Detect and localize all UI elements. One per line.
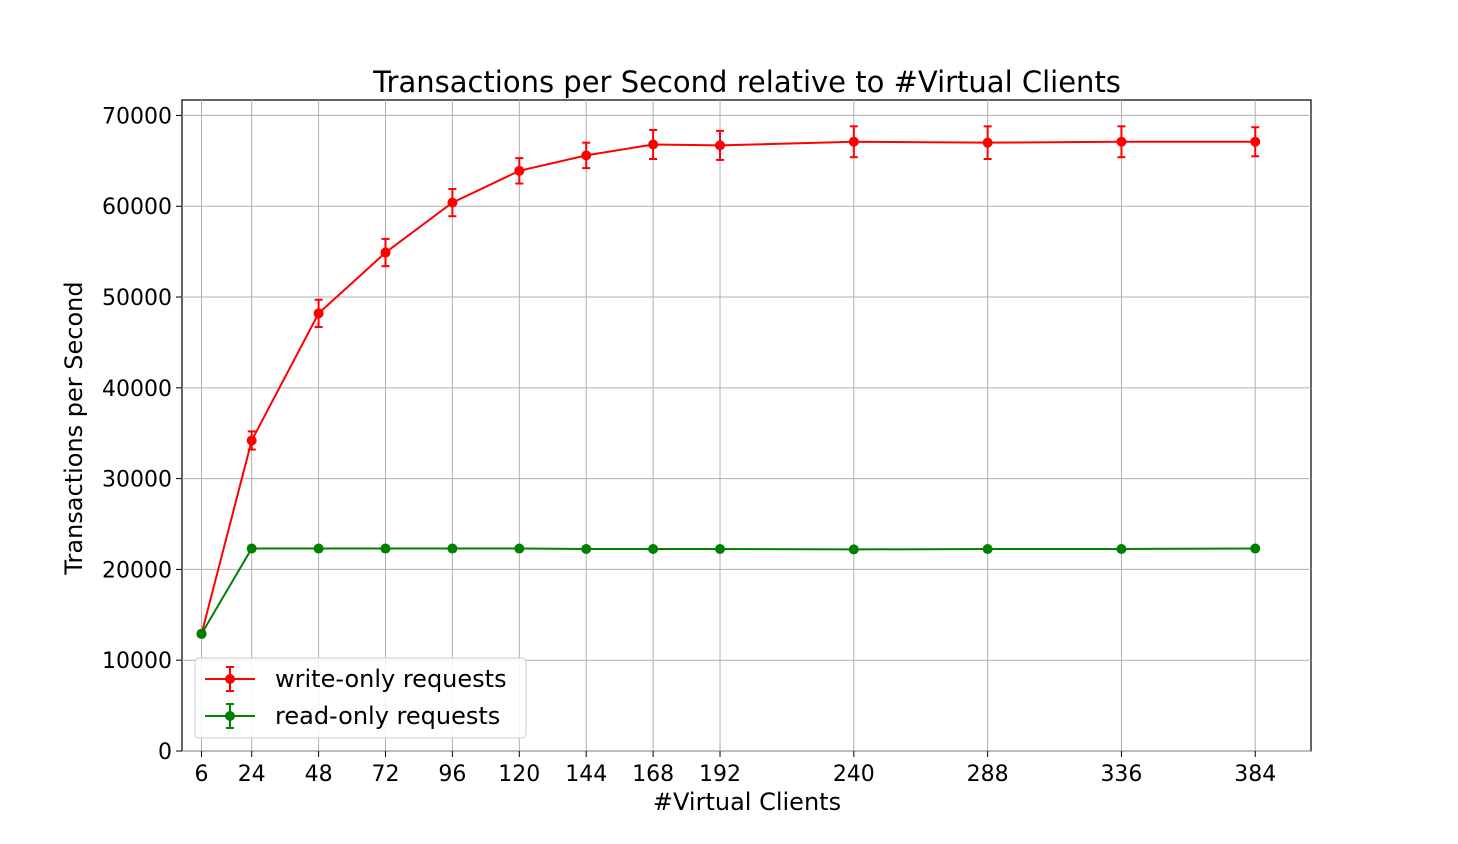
data-point	[313, 308, 324, 319]
x-axis-label: #Virtual Clients	[653, 788, 841, 816]
x-tick-label: 168	[632, 762, 674, 787]
plot-area	[181, 99, 1312, 752]
data-point	[514, 543, 525, 554]
x-tick-label: 384	[1234, 762, 1276, 787]
y-tick-label: 70000	[102, 104, 172, 129]
legend: write-only requests read-only requests	[194, 657, 527, 739]
data-point	[1116, 543, 1127, 554]
data-point	[380, 543, 391, 554]
legend-marker	[225, 674, 235, 684]
data-point	[581, 543, 592, 554]
series-0	[196, 125, 1261, 639]
data-point	[648, 543, 659, 554]
y-axis: 0 10000 20000 30000 40000 50000 60000 70000	[102, 104, 182, 765]
data-point	[447, 197, 458, 208]
data-point	[715, 140, 726, 151]
data-point	[196, 628, 207, 639]
x-tick-label: 288	[967, 762, 1009, 787]
x-axis: 6 24 48 72 96 120 144 168 192 240 288 336 384	[195, 751, 1276, 787]
x-tick-label: 144	[565, 762, 607, 787]
data-point	[982, 543, 993, 554]
x-tick-label: 120	[498, 762, 540, 787]
x-tick-label: 240	[833, 762, 875, 787]
chart-figure: Transactions per Second relative to #Vir…	[60, 65, 1312, 816]
x-tick-label: 72	[371, 762, 399, 787]
data-point	[380, 247, 391, 258]
y-tick-label: 0	[158, 740, 172, 765]
series-1	[196, 543, 1261, 639]
chart-title: Transactions per Second relative to #Vir…	[372, 65, 1121, 99]
data-point	[1250, 543, 1261, 554]
data-point	[514, 165, 525, 176]
data-point	[715, 543, 726, 554]
data-point	[648, 139, 659, 150]
data-point	[313, 543, 324, 554]
x-tick-label: 6	[195, 762, 209, 787]
data-point	[982, 137, 993, 148]
data-point	[848, 136, 859, 147]
x-tick-label: 192	[699, 762, 741, 787]
data-point	[447, 543, 458, 554]
legend-label: read-only requests	[275, 702, 500, 730]
y-tick-label: 50000	[102, 286, 172, 311]
y-tick-label: 10000	[102, 649, 172, 674]
grid	[182, 100, 1311, 752]
legend-marker	[225, 711, 235, 721]
data-point	[246, 435, 257, 446]
data-point	[1250, 136, 1261, 147]
legend-label: write-only requests	[275, 665, 507, 693]
x-tick-label: 48	[305, 762, 333, 787]
data-point	[246, 543, 257, 554]
x-tick-label: 96	[438, 762, 466, 787]
x-tick-label: 336	[1100, 762, 1142, 787]
y-tick-label: 20000	[102, 558, 172, 583]
y-tick-label: 30000	[102, 468, 172, 493]
x-tick-label: 24	[238, 762, 266, 787]
y-axis-label: Transactions per Second	[60, 281, 88, 575]
series-layer	[196, 125, 1261, 639]
y-tick-label: 60000	[102, 195, 172, 220]
series-line	[200, 547, 1256, 635]
data-point	[581, 150, 592, 161]
data-point	[848, 544, 859, 555]
y-tick-label: 40000	[102, 377, 172, 402]
data-point	[1116, 136, 1127, 147]
